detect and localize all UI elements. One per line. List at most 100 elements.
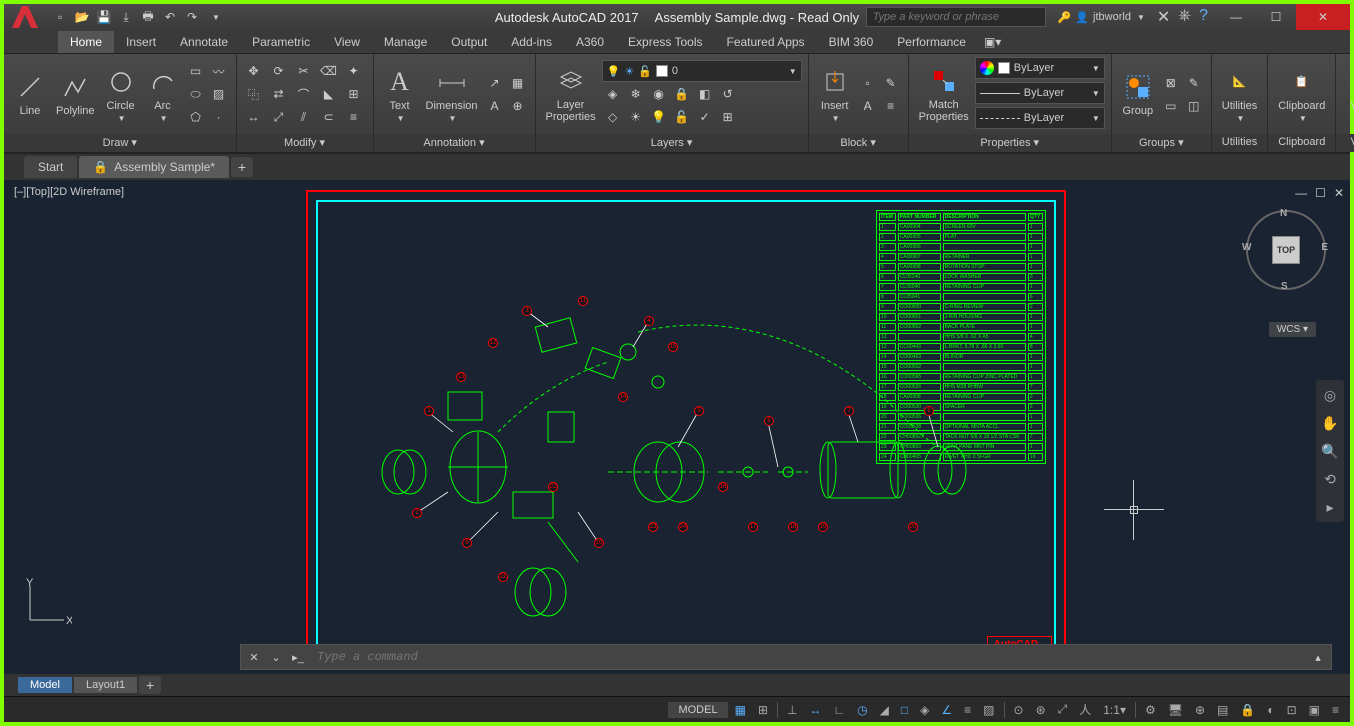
- osnap-icon[interactable]: □: [896, 699, 913, 721]
- tab-a360[interactable]: A360: [564, 31, 616, 53]
- create-icon[interactable]: ▫: [857, 72, 879, 94]
- explode-icon[interactable]: ✦: [343, 60, 365, 82]
- help-icon[interactable]: ?: [1199, 7, 1208, 27]
- cleanscreen-icon[interactable]: ▣: [1304, 699, 1325, 721]
- qat-save-icon[interactable]: 💾: [94, 7, 114, 27]
- ellipse-icon[interactable]: ⬭: [185, 83, 207, 105]
- lockui-icon[interactable]: 🔒: [1235, 699, 1260, 721]
- tab-output[interactable]: Output: [439, 31, 499, 53]
- layiso-icon[interactable]: ◈: [602, 83, 624, 105]
- tab-model-space[interactable]: Model: [18, 677, 72, 693]
- match-props-button[interactable]: Match Properties: [915, 63, 973, 125]
- linetype-dropdown[interactable]: ByLayer▼: [975, 107, 1105, 129]
- command-line[interactable]: ✕ ⌄ ▸_ ▴: [240, 644, 1332, 670]
- utilities-button[interactable]: 📐Utilities▼: [1218, 64, 1261, 125]
- mirror-icon[interactable]: ⇄: [268, 83, 290, 105]
- new-tab-button[interactable]: +: [231, 157, 253, 177]
- tab-manage[interactable]: Manage: [372, 31, 439, 53]
- panel-title[interactable]: Modify ▾: [237, 134, 373, 152]
- tab-home[interactable]: Home: [58, 31, 114, 53]
- groupbound-icon[interactable]: ▭: [1160, 95, 1182, 117]
- cmd-recent-icon[interactable]: ⌄: [267, 648, 285, 666]
- panel-title[interactable]: Layers ▾: [536, 134, 808, 152]
- panel-title[interactable]: Block ▾: [809, 134, 908, 152]
- maximize-button[interactable]: ☐: [1256, 4, 1296, 30]
- layer-props-button[interactable]: Layer Properties: [542, 63, 600, 125]
- cmd-close-icon[interactable]: ✕: [245, 648, 263, 666]
- hardware-icon[interactable]: ⊡: [1282, 699, 1302, 721]
- tab-addins[interactable]: Add-ins: [499, 31, 564, 53]
- model-paper-toggle[interactable]: MODEL: [668, 702, 727, 718]
- array-icon[interactable]: ⊞: [343, 83, 365, 105]
- circle-button[interactable]: Circle▼: [101, 64, 141, 125]
- group-button[interactable]: Group: [1118, 69, 1158, 119]
- autoscale-icon[interactable]: ⤢: [1053, 699, 1073, 721]
- trim-icon[interactable]: ✂: [293, 60, 315, 82]
- mtext-icon[interactable]: A: [484, 95, 506, 117]
- spline-icon[interactable]: 〰: [208, 60, 230, 82]
- wcs-dropdown[interactable]: WCS ▾: [1269, 322, 1316, 337]
- rotate-icon[interactable]: ⟳: [268, 60, 290, 82]
- stretch-icon[interactable]: ↔: [243, 106, 265, 128]
- layon-icon[interactable]: 💡: [648, 106, 670, 128]
- panel-title[interactable]: Properties ▾: [909, 134, 1111, 152]
- tab-express[interactable]: Express Tools: [616, 31, 714, 53]
- dimension-button[interactable]: Dimension▼: [422, 64, 482, 125]
- tab-insert[interactable]: Insert: [114, 31, 168, 53]
- iso-icon[interactable]: ◢: [875, 699, 894, 721]
- annot-vis-icon[interactable]: ⊛: [1031, 699, 1051, 721]
- showmotion-icon[interactable]: ▸: [1319, 496, 1341, 518]
- laycur-icon[interactable]: ✓: [694, 106, 716, 128]
- tab-current-drawing[interactable]: 🔒Assembly Sample*: [79, 156, 229, 178]
- cycle-icon[interactable]: ⊙: [1009, 699, 1029, 721]
- line-button[interactable]: Line: [10, 69, 50, 119]
- groupedit-icon[interactable]: ✎: [1183, 72, 1205, 94]
- attedit-icon[interactable]: ≡: [880, 95, 902, 117]
- arc-button[interactable]: Arc▼: [143, 64, 183, 125]
- layer-dropdown[interactable]: 💡 ☀ 🔓 0 ▼: [602, 60, 802, 82]
- laywalk-icon[interactable]: ⊞: [717, 106, 739, 128]
- groupsel-icon[interactable]: ◫: [1183, 95, 1205, 117]
- minimize-button[interactable]: —: [1216, 4, 1256, 30]
- annoscale-icon[interactable]: 人: [1074, 699, 1096, 721]
- lineweight-dropdown[interactable]: ByLayer▼: [975, 82, 1105, 104]
- a360-icon[interactable]: ⎈: [1178, 7, 1191, 27]
- text-button[interactable]: AText▼: [380, 64, 420, 125]
- qat-redo-icon[interactable]: ↷: [182, 7, 202, 27]
- layprev-icon[interactable]: ↺: [717, 83, 739, 105]
- tab-featured[interactable]: Featured Apps: [715, 31, 817, 53]
- qat-new-icon[interactable]: ▫: [50, 7, 70, 27]
- layoff-icon[interactable]: ◉: [648, 83, 670, 105]
- erase-icon[interactable]: ⌫: [318, 60, 340, 82]
- tab-parametric[interactable]: Parametric: [240, 31, 322, 53]
- view-cube[interactable]: TOP N S W E: [1246, 210, 1326, 290]
- user-account[interactable]: 🔑 👤 jtbworld ▼: [1058, 11, 1145, 24]
- drawing-viewport[interactable]: [–][Top][2D Wireframe] — ☐ ✕ TOP N S W E…: [4, 180, 1350, 674]
- orbit-icon[interactable]: ⟲: [1319, 468, 1341, 490]
- grid-icon[interactable]: ▦: [730, 699, 751, 721]
- panel-title[interactable]: Annotation ▾: [374, 134, 535, 152]
- quickprops-icon[interactable]: ▤: [1212, 699, 1233, 721]
- ortho-icon[interactable]: ∟: [828, 699, 850, 721]
- otrack-icon[interactable]: ∠: [936, 699, 957, 721]
- qat-undo-icon[interactable]: ↶: [160, 7, 180, 27]
- vp-close-icon[interactable]: ✕: [1334, 186, 1344, 200]
- insert-button[interactable]: Insert▼: [815, 64, 855, 125]
- laymatch-icon[interactable]: ◧: [694, 83, 716, 105]
- edit-icon[interactable]: ✎: [880, 72, 902, 94]
- scale-dropdown[interactable]: 1:1▾: [1098, 699, 1131, 721]
- vp-min-icon[interactable]: —: [1295, 186, 1307, 200]
- qat-saveas-icon[interactable]: ⤓: [116, 7, 136, 27]
- table-icon[interactable]: ▦: [507, 72, 529, 94]
- wheel-icon[interactable]: ◎: [1319, 384, 1341, 406]
- tab-annotate[interactable]: Annotate: [168, 31, 240, 53]
- laythw-icon[interactable]: ☀: [625, 106, 647, 128]
- attdef-icon[interactable]: A: [857, 95, 879, 117]
- copy-icon[interactable]: ⿻: [243, 83, 265, 105]
- panel-title[interactable]: Groups ▾: [1112, 134, 1211, 152]
- center-icon[interactable]: ⊕: [507, 95, 529, 117]
- isolate-icon[interactable]: ◐: [1262, 699, 1279, 721]
- color-dropdown[interactable]: ByLayer▼: [975, 57, 1105, 79]
- infer-icon[interactable]: ⊥: [782, 699, 802, 721]
- tab-start[interactable]: Start: [24, 156, 77, 178]
